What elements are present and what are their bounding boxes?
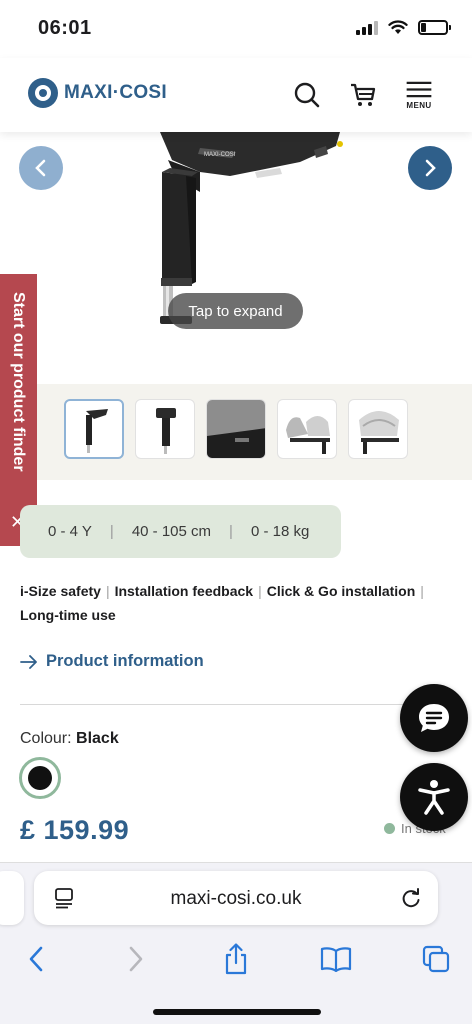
chevron-left-icon [29, 946, 43, 972]
spec-age: 0 - 4 Y [48, 523, 92, 540]
spec-weight: 0 - 18 kg [250, 523, 310, 540]
logo-text: MAXI·COSI [64, 82, 167, 103]
logo-icon [28, 78, 58, 108]
swatch-fill [28, 766, 52, 790]
spec-separator: | [229, 523, 233, 540]
product-image[interactable]: MAXI-COSI [0, 132, 472, 382]
feature-item: Click & Go installation [266, 583, 416, 599]
thumbnail-strip [0, 384, 472, 480]
chevron-right-icon [129, 946, 143, 972]
cart-icon [351, 83, 376, 106]
previous-tab[interactable] [0, 871, 24, 925]
thumbnail-1[interactable] [64, 399, 124, 459]
chevron-right-icon [425, 159, 436, 177]
tabs-icon [422, 945, 450, 973]
browser-toolbar [0, 941, 472, 981]
divider [20, 704, 432, 705]
back-button[interactable] [18, 941, 54, 977]
status-icons [356, 20, 451, 35]
product-information-link[interactable]: Product information [20, 652, 204, 671]
tap-to-expand-button[interactable]: Tap to expand [168, 293, 303, 329]
svg-text:MAXI-COSI: MAXI-COSI [204, 152, 236, 158]
url-text: maxi-cosi.co.uk [170, 888, 302, 909]
stock-dot-icon [384, 823, 395, 834]
product-information-label: Product information [46, 652, 204, 670]
spec-height: 40 - 105 cm [131, 523, 212, 540]
colour-value: Black [76, 730, 119, 747]
carousel-prev-button[interactable] [19, 146, 63, 190]
forward-button[interactable] [118, 941, 154, 977]
home-indicator [153, 1009, 321, 1015]
accessibility-button[interactable] [400, 763, 468, 831]
product-gallery[interactable]: MAXI-COSI Tap to expand [0, 132, 472, 382]
product-finder-label: Start our product finder [10, 292, 27, 472]
share-icon [225, 943, 247, 975]
feature-list: i-Size safety | Installation feedback | Clic… [20, 583, 424, 623]
thumbnail-2[interactable] [135, 399, 195, 459]
thumbnail-4[interactable] [277, 399, 337, 459]
browser-chrome: maxi-cosi.co.uk [0, 862, 472, 1024]
product-price: £ 159.99 [20, 815, 130, 845]
search-icon [294, 82, 320, 108]
hamburger-menu-icon [406, 81, 432, 98]
spec-summary: 0 - 4 Y | 40 - 105 cm | 0 - 18 kg [20, 505, 341, 558]
bookmarks-button[interactable] [318, 941, 354, 977]
reload-icon[interactable] [400, 887, 422, 909]
carousel-next-button[interactable] [408, 146, 452, 190]
arrow-right-icon [20, 654, 37, 669]
header-actions: MENU [292, 80, 434, 110]
address-bar[interactable]: maxi-cosi.co.uk [34, 871, 438, 925]
share-button[interactable] [218, 941, 254, 977]
battery-icon [418, 20, 451, 35]
site-header: MAXI·COSI MENU [0, 58, 472, 132]
spec-separator: | [109, 523, 114, 540]
chat-icon [419, 704, 449, 732]
brand-logo[interactable]: MAXI·COSI [28, 78, 167, 108]
menu-button[interactable]: MENU [404, 80, 434, 110]
tabs-button[interactable] [418, 941, 454, 977]
chat-button[interactable] [400, 684, 468, 752]
thumbnail-3[interactable] [206, 399, 266, 459]
cart-button[interactable] [348, 80, 378, 110]
signal-icon [356, 20, 378, 35]
feature-item: i-Size safety [20, 583, 101, 599]
colour-label-text: Colour: [20, 730, 72, 747]
book-icon [320, 947, 352, 972]
menu-label: MENU [406, 101, 432, 110]
colour-label: Colour: Black [20, 730, 119, 748]
status-bar: 06:01 [0, 0, 472, 58]
search-button[interactable] [292, 80, 322, 110]
chevron-left-icon [35, 159, 46, 177]
feature-item: Long-time use [20, 607, 116, 623]
colour-swatch-black[interactable] [19, 757, 61, 799]
wifi-icon [388, 20, 408, 34]
status-time: 06:01 [38, 17, 92, 39]
accessibility-icon [418, 780, 450, 815]
thumbnail-5[interactable] [348, 399, 408, 459]
feature-item: Installation feedback [114, 583, 254, 599]
